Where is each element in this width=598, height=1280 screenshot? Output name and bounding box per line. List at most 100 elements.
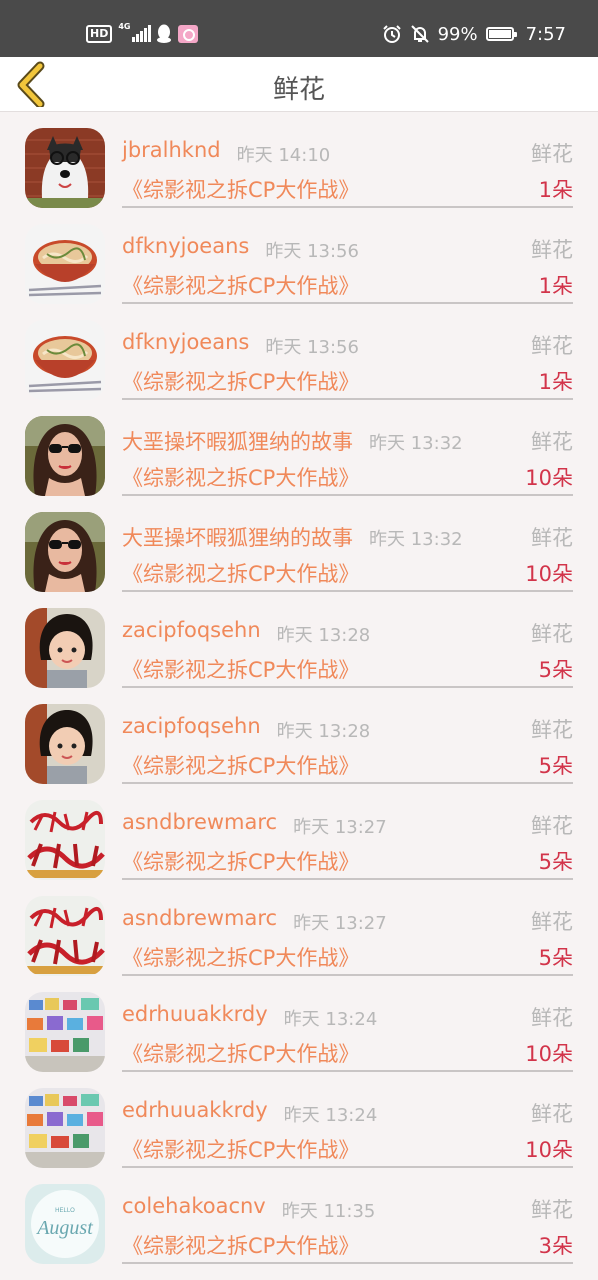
mute-bell-icon — [410, 25, 429, 43]
list-item[interactable]: 大垩操坏暇狐狸纳的故事 昨天 13:32 鲜花 《综影视之拆CP大作战》 10朵 — [0, 496, 598, 592]
avatar-image — [25, 992, 105, 1072]
network-type: 4G — [118, 22, 131, 31]
flower-count: 5朵 — [538, 850, 573, 874]
avatar-image — [25, 704, 105, 784]
show-title-link[interactable]: 《综影视之拆CP大作战》 — [122, 462, 359, 492]
list-item[interactable]: dfknyjoeans 昨天 13:56 鲜花 《综影视之拆CP大作战》 1朵 — [0, 304, 598, 400]
user-name[interactable]: zacipfoqsehn — [122, 618, 261, 642]
avatar[interactable] — [25, 896, 105, 976]
signal-icon: 4G — [118, 22, 152, 44]
gift-type: 鲜花 — [531, 814, 573, 838]
avatar-image — [25, 1088, 105, 1168]
user-name[interactable]: jbralhknd — [122, 138, 221, 162]
flower-count: 10朵 — [525, 466, 573, 490]
list-item[interactable]: zacipfoqsehn 昨天 13:28 鲜花 《综影视之拆CP大作战》 5朵 — [0, 688, 598, 784]
flower-count: 5朵 — [538, 946, 573, 970]
show-title-link[interactable]: 《综影视之拆CP大作战》 — [122, 846, 359, 876]
gift-type: 鲜花 — [531, 526, 573, 550]
user-name[interactable]: asndbrewmarc — [122, 906, 277, 930]
show-title-link[interactable]: 《综影视之拆CP大作战》 — [122, 1230, 359, 1260]
nav-header: 鲜花 — [0, 57, 598, 112]
list-item[interactable]: jbralhknd 昨天 14:10 鲜花 《综影视之拆CP大作战》 1朵 — [0, 112, 598, 208]
svg-text:HELLO: HELLO — [55, 1208, 75, 1214]
timestamp: 昨天 13:32 — [369, 433, 463, 454]
timestamp: 昨天 11:35 — [281, 1201, 376, 1222]
clock: 7:57 — [525, 23, 566, 45]
gift-type: 鲜花 — [531, 1198, 573, 1222]
avatar[interactable] — [25, 512, 105, 592]
avatar[interactable] — [25, 416, 105, 496]
show-title-link[interactable]: 《综影视之拆CP大作战》 — [122, 558, 359, 588]
timestamp: 昨天 13:28 — [276, 625, 371, 646]
svg-text:August: August — [35, 1217, 93, 1239]
show-title-link[interactable]: 《综影视之拆CP大作战》 — [122, 654, 359, 684]
gift-type: 鲜花 — [531, 142, 573, 166]
show-title-link[interactable]: 《综影视之拆CP大作战》 — [122, 750, 359, 780]
avatar[interactable] — [25, 800, 105, 880]
show-title-link[interactable]: 《综影视之拆CP大作战》 — [122, 1134, 359, 1164]
camera-app-icon — [178, 25, 199, 43]
row-divider — [122, 1262, 573, 1264]
user-name[interactable]: zacipfoqsehn — [122, 714, 261, 738]
user-name[interactable]: asndbrewmarc — [122, 810, 277, 834]
avatar-image — [25, 320, 105, 400]
rows-container: jbralhknd 昨天 14:10 鲜花 《综影视之拆CP大作战》 1朵 df… — [0, 112, 598, 1264]
flower-count: 1朵 — [538, 370, 573, 394]
timestamp: 昨天 13:32 — [369, 529, 463, 550]
list-item[interactable]: zacipfoqsehn 昨天 13:28 鲜花 《综影视之拆CP大作战》 5朵 — [0, 592, 598, 688]
user-name[interactable]: 大垩操坏暇狐狸纳的故事 — [122, 522, 353, 552]
status-left-icons: HD 4G — [86, 22, 199, 46]
show-title-link[interactable]: 《综影视之拆CP大作战》 — [122, 366, 359, 396]
battery-icon — [485, 27, 517, 41]
show-title-link[interactable]: 《综影视之拆CP大作战》 — [122, 1038, 359, 1068]
avatar[interactable] — [25, 992, 105, 1072]
avatar[interactable]: HELLO August — [25, 1184, 105, 1264]
show-title-link[interactable]: 《综影视之拆CP大作战》 — [122, 942, 359, 972]
avatar[interactable] — [25, 224, 105, 304]
timestamp: 昨天 13:24 — [283, 1105, 378, 1126]
user-name[interactable]: dfknyjoeans — [122, 234, 249, 258]
flower-count: 1朵 — [538, 274, 573, 298]
timestamp: 昨天 13:27 — [293, 817, 387, 838]
timestamp: 昨天 13:28 — [276, 721, 371, 742]
avatar[interactable] — [25, 320, 105, 400]
gift-type: 鲜花 — [531, 718, 573, 742]
avatar-image — [25, 896, 105, 976]
avatar[interactable] — [25, 704, 105, 784]
user-name[interactable]: 大垩操坏暇狐狸纳的故事 — [122, 426, 353, 456]
gift-type: 鲜花 — [531, 1102, 573, 1126]
avatar[interactable] — [25, 608, 105, 688]
avatar[interactable] — [25, 1088, 105, 1168]
user-name[interactable]: colehakoacnv — [122, 1194, 266, 1218]
battery-percent: 99% — [437, 23, 478, 45]
flower-count: 10朵 — [525, 1042, 573, 1066]
show-title-link[interactable]: 《综影视之拆CP大作战》 — [122, 270, 359, 300]
timestamp: 昨天 13:56 — [265, 337, 359, 358]
flower-record-list[interactable]: jbralhknd 昨天 14:10 鲜花 《综影视之拆CP大作战》 1朵 df… — [0, 112, 598, 1280]
flower-count: 5朵 — [538, 658, 573, 682]
avatar-image — [25, 224, 105, 304]
timestamp: 昨天 14:10 — [236, 145, 331, 166]
list-item[interactable]: dfknyjoeans 昨天 13:56 鲜花 《综影视之拆CP大作战》 1朵 — [0, 208, 598, 304]
user-name[interactable]: edrhuuakkrdy — [122, 1002, 268, 1026]
flower-count: 10朵 — [525, 1138, 573, 1162]
avatar-image — [25, 416, 105, 496]
timestamp: 昨天 13:56 — [265, 241, 359, 262]
qq-icon — [157, 24, 172, 43]
timestamp: 昨天 13:24 — [283, 1009, 378, 1030]
avatar[interactable] — [25, 128, 105, 208]
list-item[interactable]: asndbrewmarc 昨天 13:27 鲜花 《综影视之拆CP大作战》 5朵 — [0, 880, 598, 976]
list-item[interactable]: HELLO August colehakoacnv 昨天 11:35 鲜花 《综… — [0, 1168, 598, 1264]
gift-type: 鲜花 — [531, 622, 573, 646]
user-name[interactable]: edrhuuakkrdy — [122, 1098, 268, 1122]
list-item[interactable]: asndbrewmarc 昨天 13:27 鲜花 《综影视之拆CP大作战》 5朵 — [0, 784, 598, 880]
list-item[interactable]: 大垩操坏暇狐狸纳的故事 昨天 13:32 鲜花 《综影视之拆CP大作战》 10朵 — [0, 400, 598, 496]
show-title-link[interactable]: 《综影视之拆CP大作战》 — [122, 174, 359, 204]
status-bar: HD 4G 99% 7:57 — [0, 0, 598, 57]
list-item[interactable]: edrhuuakkrdy 昨天 13:24 鲜花 《综影视之拆CP大作战》 10… — [0, 1072, 598, 1168]
list-item[interactable]: edrhuuakkrdy 昨天 13:24 鲜花 《综影视之拆CP大作战》 10… — [0, 976, 598, 1072]
gift-type: 鲜花 — [531, 910, 573, 934]
user-name[interactable]: dfknyjoeans — [122, 330, 249, 354]
flower-count: 10朵 — [525, 562, 573, 586]
status-right-icons: 99% 7:57 — [382, 22, 566, 46]
